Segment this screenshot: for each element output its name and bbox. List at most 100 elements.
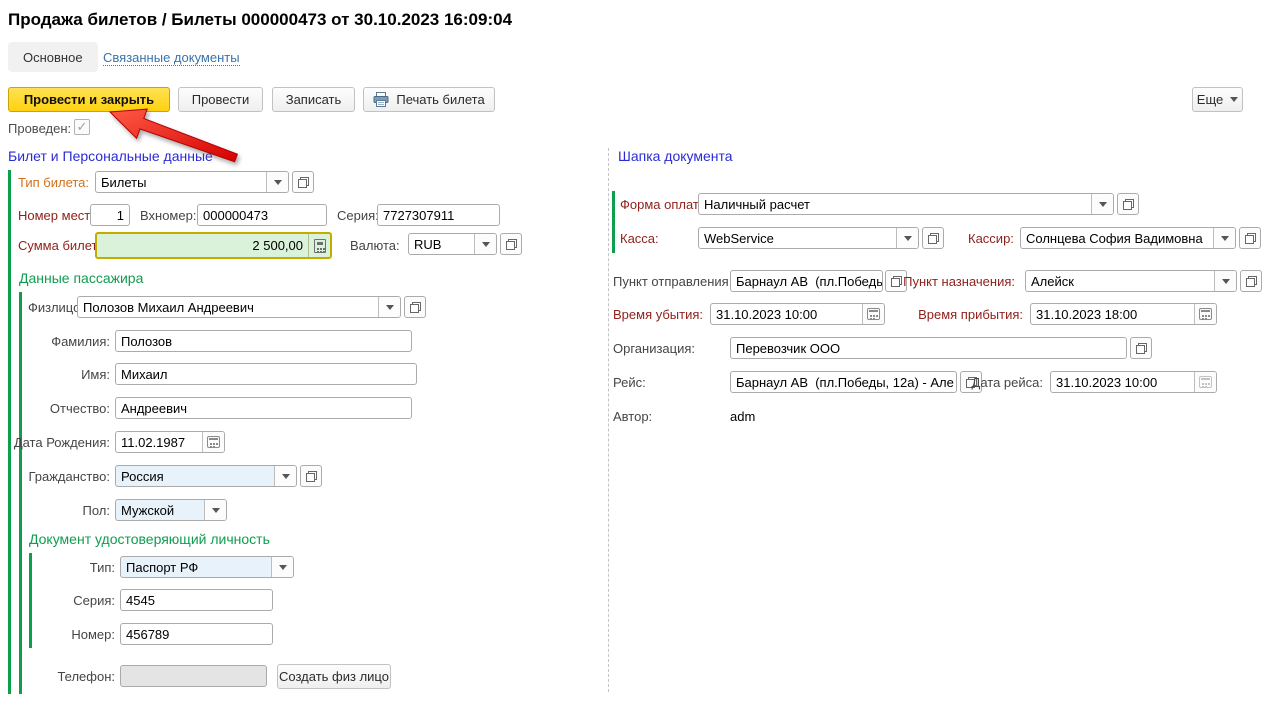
- dropdown-icon[interactable]: [1213, 228, 1235, 248]
- organization-label: Организация:: [613, 341, 695, 356]
- departure-time-input[interactable]: 31.10.2023 10:00: [710, 303, 885, 325]
- departure-point-value: Барнаул АВ (пл.Победы,: [731, 271, 882, 291]
- open-icon: [1245, 233, 1256, 244]
- open-icon: [506, 239, 517, 250]
- phone-input: [120, 665, 267, 687]
- departure-point-input[interactable]: Барнаул АВ (пл.Победы,: [730, 270, 883, 292]
- last-name-input[interactable]: Полозов: [115, 330, 412, 352]
- departure-point-label: Пункт отправления:: [613, 274, 732, 289]
- dropdown-icon[interactable]: [378, 297, 400, 317]
- payment-form-open-button[interactable]: [1117, 193, 1139, 215]
- calendar-icon-disabled: [1194, 372, 1216, 392]
- posted-checkbox[interactable]: ✓: [74, 119, 90, 135]
- doc-header-accent-bar: [612, 191, 615, 253]
- birth-date-label: Дата Рождения:: [10, 435, 110, 450]
- route-date-value: 31.10.2023 10:00: [1051, 372, 1194, 392]
- currency-combo[interactable]: RUB: [408, 233, 497, 255]
- tab-related-documents[interactable]: Связанные документы: [103, 50, 240, 66]
- payment-form-value: Наличный расчет: [699, 194, 1091, 214]
- in-number-input[interactable]: 000000473: [197, 204, 327, 226]
- seat-input[interactable]: 1: [90, 204, 130, 226]
- currency-value: RUB: [409, 234, 474, 254]
- open-icon: [298, 177, 309, 188]
- post-and-close-button[interactable]: Провести и закрыть: [8, 87, 170, 112]
- ticket-type-open-button[interactable]: [292, 171, 314, 193]
- birth-date-input[interactable]: 11.02.1987: [115, 431, 225, 453]
- doc-series-value: 4545: [121, 590, 272, 610]
- person-label: Физлицо:: [28, 300, 84, 315]
- cash-desk-combo[interactable]: WebService: [698, 227, 919, 249]
- open-icon: [928, 233, 939, 244]
- cashier-open-button[interactable]: [1239, 227, 1261, 249]
- citizenship-label: Гражданство:: [10, 469, 110, 484]
- seat-value: 1: [91, 205, 129, 225]
- dropdown-icon[interactable]: [474, 234, 496, 254]
- middle-name-input[interactable]: Андреевич: [115, 397, 412, 419]
- save-button[interactable]: Записать: [272, 87, 355, 112]
- organization-open-button[interactable]: [1130, 337, 1152, 359]
- post-button[interactable]: Провести: [178, 87, 263, 112]
- amount-input[interactable]: 2 500,00: [95, 232, 332, 259]
- calendar-icon[interactable]: [1194, 304, 1216, 324]
- calculator-icon[interactable]: [308, 234, 330, 257]
- open-icon: [1123, 199, 1134, 210]
- middle-name-label: Отчество:: [35, 401, 110, 416]
- organization-value: Перевозчик ООО: [731, 338, 1126, 358]
- cashier-value: Солнцева София Вадимовна: [1021, 228, 1213, 248]
- ticket-type-combo[interactable]: Билеты: [95, 171, 289, 193]
- first-name-input[interactable]: Михаил: [115, 363, 417, 385]
- cash-desk-open-button[interactable]: [922, 227, 944, 249]
- currency-open-button[interactable]: [500, 233, 522, 255]
- person-open-button[interactable]: [404, 296, 426, 318]
- more-button[interactable]: Еще: [1192, 87, 1243, 112]
- departure-time-value: 31.10.2023 10:00: [711, 304, 862, 324]
- doc-number-input[interactable]: 456789: [120, 623, 273, 645]
- calendar-icon[interactable]: [202, 432, 224, 452]
- doc-type-value: Паспорт РФ: [121, 557, 271, 577]
- chevron-down-icon: [1230, 97, 1238, 102]
- id-doc-accent-bar: [29, 553, 32, 648]
- citizenship-combo[interactable]: Россия: [115, 465, 297, 487]
- doc-type-combo[interactable]: Паспорт РФ: [120, 556, 294, 578]
- ticket-sale-form: Продажа билетов / Билеты 000000473 от 30…: [0, 0, 1266, 710]
- tab-main[interactable]: Основное: [8, 42, 98, 72]
- open-icon: [410, 302, 421, 313]
- doc-type-label: Тип:: [45, 560, 115, 575]
- doc-series-input[interactable]: 4545: [120, 589, 273, 611]
- doc-number-label: Номер:: [45, 627, 115, 642]
- create-person-button[interactable]: Создать физ лицо: [277, 664, 391, 689]
- passenger-accent-bar: [19, 292, 22, 694]
- destination-point-value: Алейск: [1026, 271, 1214, 291]
- dropdown-icon[interactable]: [1091, 194, 1113, 214]
- dropdown-icon[interactable]: [204, 500, 226, 520]
- destination-point-combo[interactable]: Алейск: [1025, 270, 1237, 292]
- destination-point-open-button[interactable]: [1240, 270, 1262, 292]
- open-icon: [1136, 343, 1147, 354]
- person-combo[interactable]: Полозов Михаил Андреевич: [77, 296, 401, 318]
- arrival-time-input[interactable]: 31.10.2023 18:00: [1030, 303, 1217, 325]
- organization-input[interactable]: Перевозчик ООО: [730, 337, 1127, 359]
- ticket-series-input[interactable]: 7727307911: [377, 204, 500, 226]
- dropdown-icon[interactable]: [266, 172, 288, 192]
- section-passenger: Данные пассажира: [19, 270, 143, 286]
- gender-combo[interactable]: Мужской: [115, 499, 227, 521]
- dropdown-icon[interactable]: [271, 557, 293, 577]
- in-number-value: 000000473: [198, 205, 326, 225]
- gender-value: Мужской: [116, 500, 204, 520]
- birth-date-value: 11.02.1987: [116, 432, 202, 452]
- seat-label: Номер места:: [18, 208, 101, 223]
- departure-time-label: Время убытия:: [613, 307, 703, 322]
- route-date-input[interactable]: 31.10.2023 10:00: [1050, 371, 1217, 393]
- dropdown-icon[interactable]: [896, 228, 918, 248]
- arrival-time-value: 31.10.2023 18:00: [1031, 304, 1194, 324]
- payment-form-combo[interactable]: Наличный расчет: [698, 193, 1114, 215]
- cash-desk-label: Касса:: [620, 231, 659, 246]
- print-ticket-button[interactable]: Печать билета: [363, 87, 495, 112]
- cashier-combo[interactable]: Солнцева София Вадимовна: [1020, 227, 1236, 249]
- doc-number-value: 456789: [121, 624, 272, 644]
- dropdown-icon[interactable]: [274, 466, 296, 486]
- citizenship-open-button[interactable]: [300, 465, 322, 487]
- column-divider: [608, 148, 609, 692]
- dropdown-icon[interactable]: [1214, 271, 1236, 291]
- print-ticket-label: Печать билета: [396, 92, 484, 107]
